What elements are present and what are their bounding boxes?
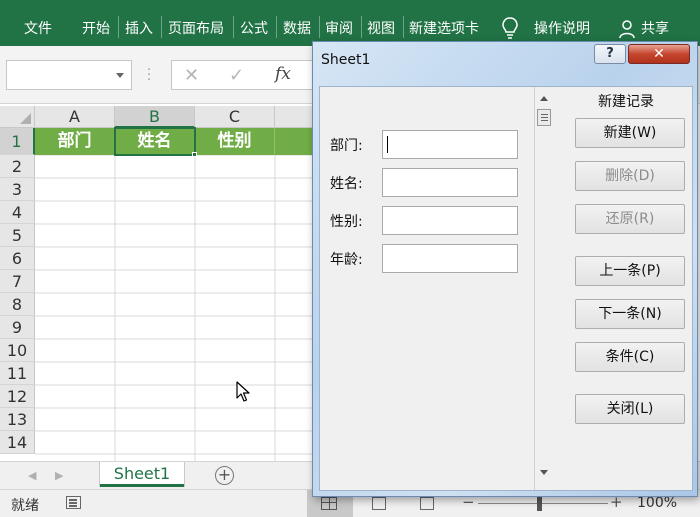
department-field[interactable] (382, 130, 518, 159)
tab-insert[interactable]: 插入 (125, 18, 153, 38)
sheet-next-icon[interactable]: ▶ (55, 469, 63, 482)
column-header-c[interactable]: C (195, 106, 275, 128)
mouse-pointer-icon (236, 381, 250, 402)
tab-separator (118, 16, 119, 38)
data-form-dialog: Sheet1 ? ✕ 部门: 姓名: 性别: 年龄: 新建记录 新建(W) 删除… (312, 41, 698, 497)
tab-view[interactable]: 视图 (367, 18, 395, 38)
criteria-button[interactable]: 条件(C) (575, 342, 685, 372)
ribbon-tab-bar: 文件 开始 插入 页面布局 公式 数据 审阅 视图 新建选项卡 操作说明 共享 (0, 0, 700, 46)
close-button[interactable]: 关闭(L) (575, 394, 685, 424)
dialog-title: Sheet1 (321, 52, 371, 68)
tab-new-tab[interactable]: 新建选项卡 (409, 18, 479, 38)
row-header-11[interactable]: 11 (0, 362, 35, 385)
prev-record-button[interactable]: 上一条(P) (575, 256, 685, 286)
close-icon[interactable]: ✕ (628, 44, 690, 64)
tab-file[interactable]: 文件 (24, 18, 52, 38)
tab-separator (361, 16, 362, 38)
select-all-triangle-icon (20, 113, 31, 124)
name-field[interactable] (382, 168, 518, 197)
tab-separator (161, 16, 162, 38)
gender-field[interactable] (382, 206, 518, 235)
record-status: 新建记录 (598, 94, 654, 110)
row-header-13[interactable]: 13 (0, 408, 35, 431)
dialog-body: 部门: 姓名: 性别: 年龄: 新建记录 新建(W) 删除(D) 还原(R) 上… (319, 86, 693, 491)
row-header-8[interactable]: 8 (0, 293, 35, 316)
text-caret (387, 136, 388, 153)
status-text: 就绪 (11, 498, 39, 514)
tab-page-layout[interactable]: 页面布局 (168, 18, 224, 38)
lightbulb-icon[interactable] (500, 16, 520, 40)
zoom-slider-track[interactable] (478, 503, 608, 504)
field-label-age: 年龄: (330, 252, 363, 268)
tab-formulas[interactable]: 公式 (240, 18, 268, 38)
active-cell-outline (114, 127, 196, 156)
sheet-tab-sheet1[interactable]: Sheet1 (100, 462, 184, 487)
tab-review[interactable]: 审阅 (325, 18, 353, 38)
age-field[interactable] (382, 244, 518, 273)
tab-home[interactable]: 开始 (82, 18, 110, 38)
page-break-view-icon[interactable] (420, 497, 434, 510)
cell-a1[interactable]: 部门 (35, 128, 115, 155)
person-icon[interactable] (618, 19, 638, 39)
sheet-prev-icon[interactable]: ◀ (28, 469, 36, 482)
zoom-level[interactable]: 100% (637, 495, 677, 511)
row-header-12[interactable]: 12 (0, 385, 35, 408)
row-header-7[interactable]: 7 (0, 270, 35, 293)
tab-separator (319, 16, 320, 38)
tell-me-search[interactable]: 操作说明 (534, 18, 590, 38)
field-label-name: 姓名: (330, 176, 363, 192)
row-header-14[interactable]: 14 (0, 431, 35, 454)
new-record-button[interactable]: 新建(W) (575, 118, 685, 148)
row-header-10[interactable]: 10 (0, 339, 35, 362)
name-box[interactable] (6, 60, 132, 90)
tab-separator (276, 16, 277, 38)
page-layout-view-icon[interactable] (372, 497, 386, 510)
next-record-button[interactable]: 下一条(N) (575, 299, 685, 329)
row-header-6[interactable]: 6 (0, 247, 35, 270)
share-button[interactable]: 共享 (641, 18, 669, 38)
row-header-1[interactable]: 1 (0, 128, 35, 155)
tab-data[interactable]: 数据 (283, 18, 311, 38)
scroll-down-icon[interactable] (540, 470, 548, 475)
scroll-thumb[interactable] (537, 109, 551, 126)
row-header-5[interactable]: 5 (0, 224, 35, 247)
field-label-department: 部门: (330, 138, 363, 154)
tab-separator (403, 16, 404, 38)
tab-separator (233, 16, 234, 38)
field-label-gender: 性别: (330, 214, 363, 230)
select-all-corner[interactable] (0, 106, 35, 128)
cell-c1[interactable]: 性别 (195, 128, 275, 155)
insert-function-button[interactable]: fx (275, 64, 291, 84)
macro-record-icon[interactable] (66, 496, 81, 509)
column-header-b[interactable]: B (115, 106, 195, 128)
delete-button[interactable]: 删除(D) (575, 161, 685, 191)
zoom-slider-thumb[interactable] (537, 496, 542, 511)
chevron-down-icon[interactable] (116, 73, 124, 78)
cancel-icon[interactable]: ✕ (184, 65, 199, 86)
restore-button[interactable]: 还原(R) (575, 204, 685, 234)
column-header-a[interactable]: A (35, 106, 115, 128)
row-header-2[interactable]: 2 (0, 155, 35, 178)
record-scrollbar[interactable] (535, 87, 553, 490)
add-sheet-icon[interactable]: + (215, 466, 234, 485)
row-header-4[interactable]: 4 (0, 201, 35, 224)
fill-handle[interactable] (192, 152, 197, 157)
formula-bar-grip[interactable]: · · · (147, 64, 151, 87)
enter-icon[interactable]: ✓ (229, 65, 244, 86)
help-icon[interactable]: ? (594, 44, 626, 64)
normal-view-icon (321, 497, 337, 510)
cell-grid[interactable] (35, 128, 320, 461)
row-header-3[interactable]: 3 (0, 178, 35, 201)
row-header-9[interactable]: 9 (0, 316, 35, 339)
scroll-up-icon[interactable] (540, 96, 548, 101)
